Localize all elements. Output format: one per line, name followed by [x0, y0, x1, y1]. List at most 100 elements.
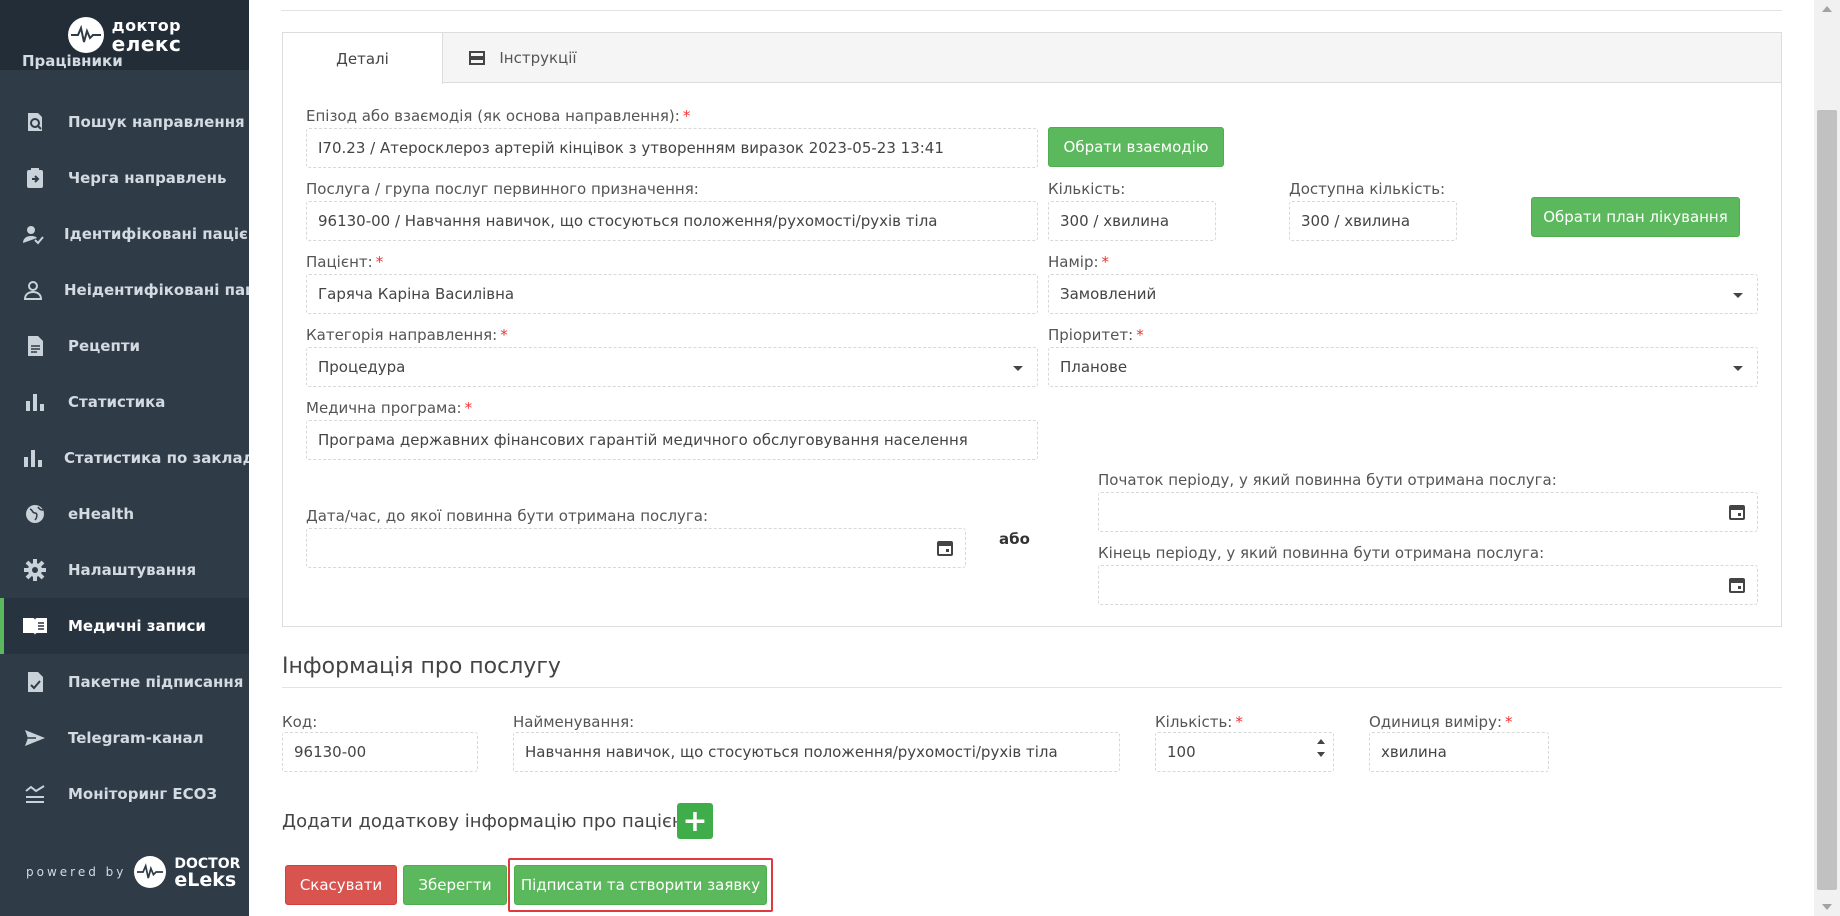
period-start-label: Початок періоду, у який повинна бути отр…: [1098, 471, 1557, 489]
book-icon: [22, 613, 48, 639]
sidebar-item-statistics[interactable]: Статистика: [0, 374, 249, 430]
tab-label: Деталі: [336, 49, 389, 68]
sidebar-item-facility-statistics[interactable]: Статистика по закладу: [0, 430, 249, 486]
service-info-title: Інформація про послугу: [282, 654, 561, 679]
quantity-field[interactable]: 300 / хвилина: [1048, 201, 1216, 241]
sidebar-item-prescriptions[interactable]: Рецепти: [0, 318, 249, 374]
stepper-down-icon[interactable]: [1317, 752, 1325, 757]
scroll-down-icon[interactable]: [1822, 904, 1832, 910]
intent-select[interactable]: Замовлений: [1048, 274, 1758, 314]
stepper-up-icon[interactable]: [1317, 739, 1325, 744]
add-extra-info-label: Додати додаткову інформацію про пацієнта: [282, 811, 706, 832]
unit-field[interactable]: хвилина: [1369, 732, 1549, 772]
bar-chart-icon: [22, 445, 44, 471]
sidebar-item-cut[interactable]: Працівники: [22, 52, 123, 70]
scrollbar[interactable]: [1814, 0, 1840, 916]
sidebar-item-identified-patients[interactable]: Ідентифіковані пацієнти: [0, 206, 249, 262]
sidebar-item-telegram[interactable]: Telegram-канал: [0, 710, 249, 766]
sidebar-item-label: Пакетне підписання: [68, 673, 244, 691]
sidebar-item-label: Пошук направлення: [68, 113, 245, 131]
episode-label: Епізод або взаємодія (як основа направле…: [306, 107, 691, 125]
sidebar: доктор елекс Працівники Пошук направленн…: [0, 0, 249, 916]
priority-label: Пріоритет: *: [1048, 326, 1144, 344]
program-label: Медична програма: *: [306, 399, 473, 417]
quantity-label: Кількість:: [1048, 180, 1126, 198]
document-icon: [22, 333, 48, 359]
code-label: Код:: [282, 713, 318, 731]
available-quantity-field[interactable]: 300 / хвилина: [1289, 201, 1457, 241]
send-icon: [22, 725, 48, 751]
bar-chart-icon: [22, 389, 48, 415]
sidebar-item-referral-queue[interactable]: Черга направлень: [0, 150, 249, 206]
sidebar-item-monitoring[interactable]: Моніторинг ЕСОЗ: [0, 766, 249, 822]
pulse-logo-icon: [67, 17, 104, 53]
tab-details[interactable]: Деталі: [283, 33, 443, 84]
calendar-icon[interactable]: [1729, 504, 1745, 524]
calendar-icon[interactable]: [1729, 577, 1745, 597]
program-field[interactable]: Програма державних фінансових гарантій м…: [306, 420, 1038, 460]
sidebar-item-label: Статистика по закладу: [64, 449, 249, 467]
patient-label: Пацієнт: *: [306, 253, 384, 271]
quantity-stepper[interactable]: [1317, 739, 1325, 757]
list-icon: [469, 50, 486, 65]
period-end-input[interactable]: [1098, 565, 1758, 605]
sidebar-item-referral-search[interactable]: Пошук направлення: [0, 94, 249, 150]
service-qty-value: 100: [1167, 743, 1196, 761]
name-label: Найменування:: [513, 713, 635, 731]
service-field[interactable]: 96130-00 / Навчання навичок, що стосують…: [306, 201, 1038, 241]
powered-brand-line-2: eLeks: [174, 869, 237, 891]
date-label: Дата/час, до якої повинна бути отримана …: [306, 507, 709, 525]
sidebar-item-medical-records[interactable]: Медичні записи: [0, 598, 249, 654]
code-field[interactable]: 96130-00: [282, 732, 478, 772]
priority-select[interactable]: Планове: [1048, 347, 1758, 387]
tab-label: Інструкції: [499, 48, 577, 67]
search-document-icon: [22, 109, 48, 135]
clipboard-arrow-icon: [22, 165, 48, 191]
divider: [281, 10, 1782, 11]
period-end-label: Кінець періоду, у який повинна бути отри…: [1098, 544, 1545, 562]
gear-icon: [22, 557, 48, 583]
sign-and-create-button[interactable]: Підписати та створити заявку: [514, 865, 767, 905]
signed-document-icon: [22, 669, 48, 695]
main-content: Деталі Інструкції Епізод або взаємодія (…: [249, 0, 1814, 916]
user-outline-icon: [22, 277, 44, 303]
add-extra-info-button[interactable]: +: [677, 803, 713, 839]
sidebar-item-settings[interactable]: Налаштування: [0, 542, 249, 598]
category-label: Категорія направлення: *: [306, 326, 508, 344]
name-field[interactable]: Навчання навичок, що стосуються положенн…: [513, 732, 1120, 772]
scroll-up-icon[interactable]: [1822, 6, 1832, 12]
sidebar-item-label: eHealth: [68, 505, 135, 523]
sidebar-item-label: Telegram-канал: [68, 729, 204, 747]
episode-field[interactable]: I70.23 / Атеросклероз артерій кінцівок з…: [306, 128, 1038, 168]
globe-icon: [22, 501, 48, 527]
referral-form-card: Деталі Інструкції Епізод або взаємодія (…: [282, 32, 1782, 627]
sidebar-item-label: Ідентифіковані пацієнти: [64, 225, 249, 243]
intent-label: Намір: *: [1048, 253, 1110, 271]
sidebar-item-label: Налаштування: [68, 561, 197, 579]
calendar-icon[interactable]: [937, 540, 953, 560]
or-label: або: [999, 530, 1030, 548]
service-qty-label: Кількість: *: [1155, 713, 1243, 731]
sidebar-item-label: Медичні записи: [68, 617, 206, 635]
date-input[interactable]: [306, 528, 966, 568]
sidebar-item-label: Неідентифіковані паціє...: [64, 281, 249, 299]
service-label: Послуга / група послуг первинного призна…: [306, 180, 699, 198]
sidebar-item-unidentified-patients[interactable]: Неідентифіковані паціє...: [0, 262, 249, 318]
available-quantity-label: Доступна кількість:: [1289, 180, 1446, 198]
category-select[interactable]: Процедура: [306, 347, 1038, 387]
patient-field[interactable]: Гаряча Каріна Василівна: [306, 274, 1038, 314]
cancel-button[interactable]: Скасувати: [285, 865, 397, 905]
choose-treatment-plan-button[interactable]: Обрати план лікування: [1531, 197, 1740, 237]
pulse-logo-icon: [134, 856, 167, 888]
save-button[interactable]: Зберегти: [403, 865, 507, 905]
tab-instructions[interactable]: Інструкції: [443, 33, 603, 82]
sidebar-item-ehealth[interactable]: eHealth: [0, 486, 249, 542]
powered-by: powered by DOCTOR eLeks: [26, 856, 240, 891]
tab-bar: Деталі Інструкції: [283, 33, 1781, 84]
sidebar-item-batch-signing[interactable]: Пакетне підписання: [0, 654, 249, 710]
period-start-input[interactable]: [1098, 492, 1758, 532]
sidebar-item-label: Статистика: [68, 393, 166, 411]
service-qty-input[interactable]: 100: [1155, 732, 1334, 772]
choose-interaction-button[interactable]: Обрати взаємодію: [1048, 127, 1224, 167]
scrollbar-thumb[interactable]: [1817, 110, 1837, 890]
